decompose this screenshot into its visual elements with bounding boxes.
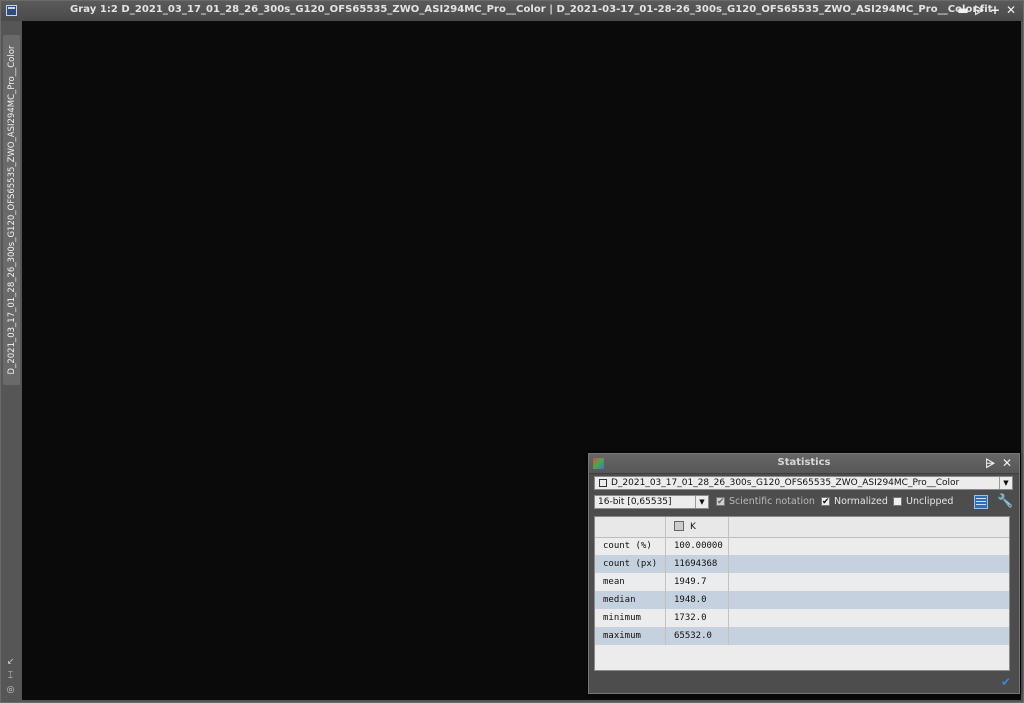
table-cell-empty	[729, 555, 1009, 573]
row-label: maximum	[595, 627, 666, 645]
channel-header-k[interactable]: K	[666, 517, 729, 537]
close-icon[interactable]: ✕	[1005, 3, 1017, 17]
table-row[interactable]: mean 1949.7	[595, 573, 1009, 591]
normalized-checkbox[interactable]: ✔ Normalized	[821, 496, 888, 507]
row-label: count (%)	[595, 537, 666, 555]
unclipped-label: Unclipped	[906, 496, 954, 507]
row-value: 1948.0	[666, 591, 729, 609]
check-mark-icon: ✔	[821, 497, 830, 507]
row-value: 100.00000	[666, 537, 729, 555]
statistics-bottom-bar: ✔	[589, 671, 1019, 693]
table-cell-empty	[729, 573, 1009, 591]
wrench-icon[interactable]: 🔧	[997, 495, 1013, 509]
view-selector[interactable]: D_2021_03_17_01_28_26_300s_G120_OFS65535…	[594, 476, 1013, 490]
image-window-title: Gray 1:2 D_2021_03_17_01_28_26_300s_G120…	[70, 4, 993, 15]
bit-depth-selector[interactable]: 16-bit [0,65535] ▼	[594, 495, 709, 509]
table-row[interactable]: minimum 1732.0	[595, 609, 1009, 627]
table-cell-empty	[729, 537, 1009, 555]
bit-depth-value: 16-bit [0,65535]	[598, 497, 672, 507]
normalized-label: Normalized	[834, 496, 888, 507]
view-identifier-label: D_2021_03_17_01_28_26_300s_G120_OFS65535…	[6, 45, 17, 375]
table-cell-empty	[729, 591, 1009, 609]
check-mark-icon: ✔	[716, 497, 725, 507]
statistics-title: Statistics	[777, 457, 831, 468]
row-value: 65532.0	[666, 627, 729, 645]
scientific-notation-checkbox[interactable]: ✔ Scientific notation	[716, 496, 815, 507]
statistics-table: K count (%) 100.00000 count (px) 1169436…	[594, 516, 1010, 671]
unclipped-checkbox[interactable]: Unclipped	[893, 496, 953, 507]
image-window-titlebar[interactable]: Gray 1:2 D_2021_03_17_01_28_26_300s_G120…	[1, 1, 1023, 21]
chevron-down-icon[interactable]: ▼	[695, 496, 708, 508]
table-row[interactable]: count (%) 100.00000	[595, 537, 1009, 555]
statistics-titlebar[interactable]: Statistics ⩥ ✕	[589, 454, 1019, 474]
image-view-icon	[599, 479, 607, 487]
table-row[interactable]: median 1948.0	[595, 591, 1009, 609]
table-header-cell	[595, 517, 666, 537]
close-icon[interactable]: ✕	[1001, 456, 1013, 470]
window-icon	[6, 5, 17, 16]
row-label: median	[595, 591, 666, 609]
row-value: 1732.0	[666, 609, 729, 627]
chevron-down-icon[interactable]: ▼	[999, 477, 1012, 489]
table-icon[interactable]	[974, 495, 988, 509]
view-selector-value: D_2021_03_17_01_28_26_300s_G120_OFS65535…	[611, 478, 960, 488]
apply-check-icon[interactable]: ✔	[1001, 675, 1011, 689]
maximize-icon[interactable]: +	[989, 3, 1001, 17]
shade-icon[interactable]: ⩥	[984, 456, 996, 470]
arrow-icon[interactable]: ↙	[5, 657, 16, 668]
table-row[interactable]: count (px) 11694368	[595, 555, 1009, 573]
table-header-row: K	[595, 517, 1009, 538]
unchecked-box-icon	[893, 497, 902, 506]
shade-icon[interactable]: ⩥	[973, 3, 985, 17]
table-header-cell	[729, 517, 1009, 537]
target-icon[interactable]: ◎	[5, 685, 16, 696]
row-label: count (px)	[595, 555, 666, 573]
table-cell-empty	[729, 609, 1009, 627]
row-label: minimum	[595, 609, 666, 627]
table-cell-empty	[729, 627, 1009, 645]
scientific-notation-label: Scientific notation	[729, 496, 815, 507]
minimize-icon[interactable]: ▬	[957, 3, 969, 17]
view-identifier-tab[interactable]: D_2021_03_17_01_28_26_300s_G120_OFS65535…	[3, 35, 20, 385]
statistics-dialog: Statistics ⩥ ✕ D_2021_03_17_01_28_26_300…	[588, 453, 1020, 694]
channel-header-label: K	[690, 522, 696, 532]
row-value: 1949.7	[666, 573, 729, 591]
table-row[interactable]: maximum 65532.0	[595, 627, 1009, 645]
fit-icon[interactable]: ⌶	[5, 671, 16, 682]
row-value: 11694368	[666, 555, 729, 573]
channel-checkbox-icon[interactable]	[674, 520, 684, 531]
image-window-sidebar: D_2021_03_17_01_28_26_300s_G120_OFS65535…	[1, 21, 21, 702]
row-label: mean	[595, 573, 666, 591]
